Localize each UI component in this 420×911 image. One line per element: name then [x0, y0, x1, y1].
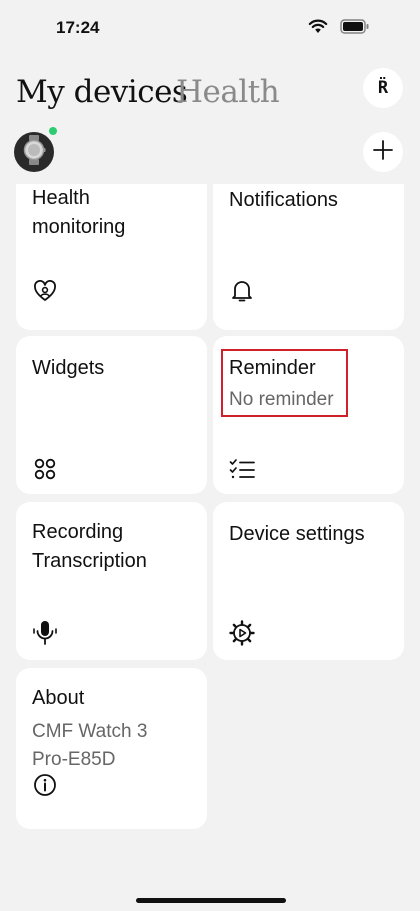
settings-gear-icon: [229, 620, 255, 646]
card-title: Notifications: [229, 189, 338, 211]
profile-initial: R̈: [377, 78, 389, 98]
add-device-button[interactable]: [363, 132, 403, 172]
bell-icon: [229, 278, 255, 304]
card-title: Recording Transcription: [32, 521, 147, 572]
wifi-icon: [308, 19, 328, 39]
reminder-highlight-box: [221, 349, 348, 417]
home-indicator: [136, 898, 286, 903]
status-time: 17:24: [56, 18, 100, 37]
battery-icon: [340, 19, 370, 39]
card-health-monitoring[interactable]: Health monitoring: [16, 184, 207, 330]
card-title: Device settings: [229, 523, 365, 545]
card-title: Health monitoring: [32, 187, 126, 238]
microphone-icon: [32, 620, 58, 646]
card-recording-transcription[interactable]: Recording Transcription: [16, 502, 207, 660]
card-notifications[interactable]: Notifications: [213, 184, 404, 330]
info-icon: [32, 772, 58, 798]
feature-grid: Health monitoring Notifications Widgets: [0, 184, 420, 844]
status-bar: 17:24: [0, 0, 420, 58]
watch-icon: [21, 134, 47, 170]
card-subtitle: CMF Watch 3 Pro-E85D: [32, 721, 148, 770]
heart-person-icon: [32, 278, 58, 304]
header: My devices Health R̈: [0, 64, 420, 120]
widgets-grid-icon: [32, 456, 58, 482]
device-online-indicator: [49, 127, 57, 135]
plus-icon: [373, 139, 393, 165]
checklist-icon: [229, 456, 255, 482]
card-title: About: [32, 687, 85, 709]
card-about[interactable]: About CMF Watch 3 Pro-E85D: [16, 668, 207, 829]
profile-button[interactable]: R̈: [363, 68, 403, 108]
card-device-settings[interactable]: Device settings: [213, 502, 404, 660]
device-avatar[interactable]: [14, 132, 54, 172]
tab-my-devices[interactable]: My devices: [16, 74, 188, 110]
card-title: Widgets: [32, 357, 105, 379]
card-widgets[interactable]: Widgets: [16, 336, 207, 494]
tab-health[interactable]: Health: [176, 74, 280, 110]
